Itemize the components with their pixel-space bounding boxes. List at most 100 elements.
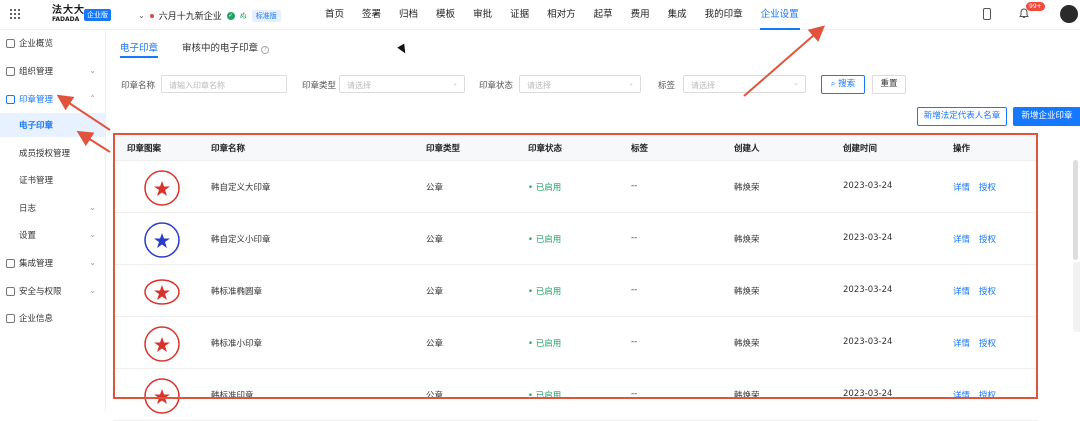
- add-legal-representative-seal-button[interactable]: 新增法定代表人名章: [917, 107, 1007, 126]
- authorize-link[interactable]: 授权: [979, 233, 996, 245]
- sidebar-item-overview[interactable]: 企业概览: [0, 31, 106, 55]
- seal-type: 公章: [426, 235, 444, 245]
- chevron-down-icon: ⌄: [452, 79, 458, 87]
- column-header: 印章状态: [528, 144, 563, 154]
- detail-link[interactable]: 详情: [953, 181, 970, 193]
- sidebar-item-label: 集成管理: [19, 259, 54, 269]
- info-icon: [6, 313, 15, 323]
- nav-counterparty[interactable]: 相对方: [538, 0, 585, 30]
- table-row: 韩标准椭圆章 公章 • 已启用 -- 韩焕荣 2023-03-24 详情 授权: [113, 265, 1038, 317]
- column-header: 印章类型: [426, 144, 461, 154]
- seal-name-label: 印章名称: [121, 81, 156, 91]
- detail-link[interactable]: 详情: [953, 389, 970, 401]
- seal-tag: --: [631, 181, 638, 191]
- tag-label: 标签: [658, 81, 676, 91]
- chevron-up-icon: ⌃: [89, 94, 96, 103]
- company-switcher[interactable]: ⌄ 六月十九新企业 ✓ ぬ 标准版: [138, 9, 281, 22]
- sidebar-item-logs[interactable]: 日志 ⌄: [0, 196, 106, 220]
- sidebar-item-company-info[interactable]: 企业信息: [0, 306, 106, 330]
- seal-tag: --: [631, 337, 638, 347]
- nav-enterprise-settings[interactable]: 企业设置: [752, 0, 808, 30]
- seal-created-date: 2023-03-24: [843, 337, 893, 347]
- reset-button[interactable]: 重置: [872, 75, 906, 94]
- scrollbar[interactable]: [1073, 160, 1078, 260]
- seal-image: [144, 279, 180, 305]
- nav-my-seals[interactable]: 我的印章: [696, 0, 752, 30]
- authorize-link[interactable]: 授权: [979, 389, 996, 401]
- seal-image: [144, 378, 180, 414]
- sidebar-item-seal-management[interactable]: 印章管理 ⌃: [0, 87, 106, 111]
- floating-help-widget[interactable]: [1073, 262, 1080, 332]
- seal-tag: --: [631, 233, 638, 243]
- seal-creator: 韩焕荣: [734, 391, 760, 401]
- nav-archive[interactable]: 归档: [390, 0, 427, 30]
- mobile-icon[interactable]: [983, 8, 991, 20]
- search-button-label: 搜索: [838, 79, 856, 89]
- authorize-link[interactable]: 授权: [979, 337, 996, 349]
- search-button[interactable]: ⌕ 搜索: [821, 75, 865, 94]
- sidebar-item-member-authorization[interactable]: 成员授权管理: [0, 141, 106, 165]
- nav-template[interactable]: 模板: [427, 0, 464, 30]
- nav-evidence[interactable]: 证据: [501, 0, 538, 30]
- status-text: 已启用: [535, 391, 562, 401]
- sidebar-item-security[interactable]: 安全与权限 ⌄: [0, 279, 106, 303]
- seal-type-label: 印章类型: [302, 81, 337, 91]
- sidebar-item-label: 组织管理: [19, 67, 54, 77]
- seal-type-select[interactable]: 请选择 ⌄: [339, 75, 465, 93]
- authorize-link[interactable]: 授权: [979, 181, 996, 193]
- tab-bar: 电子印章 审核中的电子印章?: [120, 40, 270, 60]
- nav-draft[interactable]: 起草: [585, 0, 622, 30]
- select-placeholder: 请选择: [691, 81, 715, 90]
- sidebar-item-organization[interactable]: 组织管理 ⌄: [0, 59, 106, 83]
- tab-electronic-seal[interactable]: 电子印章: [120, 40, 159, 58]
- avatar[interactable]: [1060, 5, 1078, 23]
- sidebar-item-label: 印章管理: [19, 95, 54, 105]
- status-text: 已启用: [535, 235, 562, 245]
- sidebar-item-label: 企业概览: [19, 39, 54, 49]
- nav-approval[interactable]: 审批: [464, 0, 501, 30]
- app-grid-icon[interactable]: [10, 9, 20, 19]
- seal-created-date: 2023-03-24: [843, 389, 893, 399]
- column-header: 印章名称: [211, 144, 246, 154]
- authorize-link[interactable]: 授权: [979, 285, 996, 297]
- help-icon[interactable]: ?: [261, 46, 270, 54]
- select-placeholder: 请选择: [347, 81, 371, 90]
- sidebar-item-label: 企业信息: [19, 314, 54, 324]
- edition-badge: 企业版: [84, 9, 111, 21]
- nav-billing[interactable]: 费用: [622, 0, 659, 30]
- nav-sign[interactable]: 签署: [353, 0, 390, 30]
- link-icon: ぬ: [239, 11, 247, 20]
- table-row: 韩自定义大印章 公章 • 已启用 -- 韩焕荣 2023-03-24 详情 授权: [113, 161, 1038, 213]
- sidebar-item-electronic-seal[interactable]: 电子印章: [0, 113, 106, 137]
- tag-select[interactable]: 请选择 ⌄: [683, 75, 806, 93]
- seal-name-input[interactable]: 请输入印章名称: [161, 75, 287, 93]
- sidebar-item-label: 成员授权管理: [19, 149, 71, 159]
- sidebar-item-label: 证书管理: [19, 176, 54, 186]
- chevron-down-icon: ⌄: [138, 11, 145, 20]
- nav-home[interactable]: 首页: [316, 0, 353, 30]
- seal-creator: 韩焕荣: [734, 235, 760, 245]
- detail-link[interactable]: 详情: [953, 233, 970, 245]
- seal-type: 公章: [426, 287, 444, 297]
- mouse-cursor-icon: [397, 43, 409, 56]
- chevron-down-icon: ⌄: [89, 66, 96, 75]
- seal-status-label: 印章状态: [479, 81, 514, 91]
- sidebar-item-integration[interactable]: 集成管理 ⌄: [0, 251, 106, 275]
- column-header: 标签: [631, 144, 649, 154]
- add-company-seal-button[interactable]: 新增企业印章: [1013, 107, 1080, 126]
- sidebar-item-settings[interactable]: 设置 ⌄: [0, 223, 106, 247]
- seal-image: [144, 222, 180, 258]
- logo[interactable]: 法大大 FADADA: [52, 5, 85, 24]
- detail-link[interactable]: 详情: [953, 337, 970, 349]
- seal-status-select[interactable]: 请选择 ⌄: [519, 75, 641, 93]
- tab-pending-seals[interactable]: 审核中的电子印章?: [182, 40, 270, 58]
- status-text: 已启用: [535, 287, 562, 297]
- seal-created-date: 2023-03-24: [843, 181, 893, 191]
- detail-link[interactable]: 详情: [953, 285, 970, 297]
- nav-integration[interactable]: 集成: [659, 0, 696, 30]
- column-header: 创建时间: [843, 144, 878, 154]
- seal-creator: 韩焕荣: [734, 287, 760, 297]
- table-row: 韩标准小印章 公章 • 已启用 -- 韩焕荣 2023-03-24 详情 授权: [113, 317, 1038, 369]
- chevron-down-icon: ⌄: [89, 203, 96, 212]
- sidebar-item-certificates[interactable]: 证书管理: [0, 168, 106, 192]
